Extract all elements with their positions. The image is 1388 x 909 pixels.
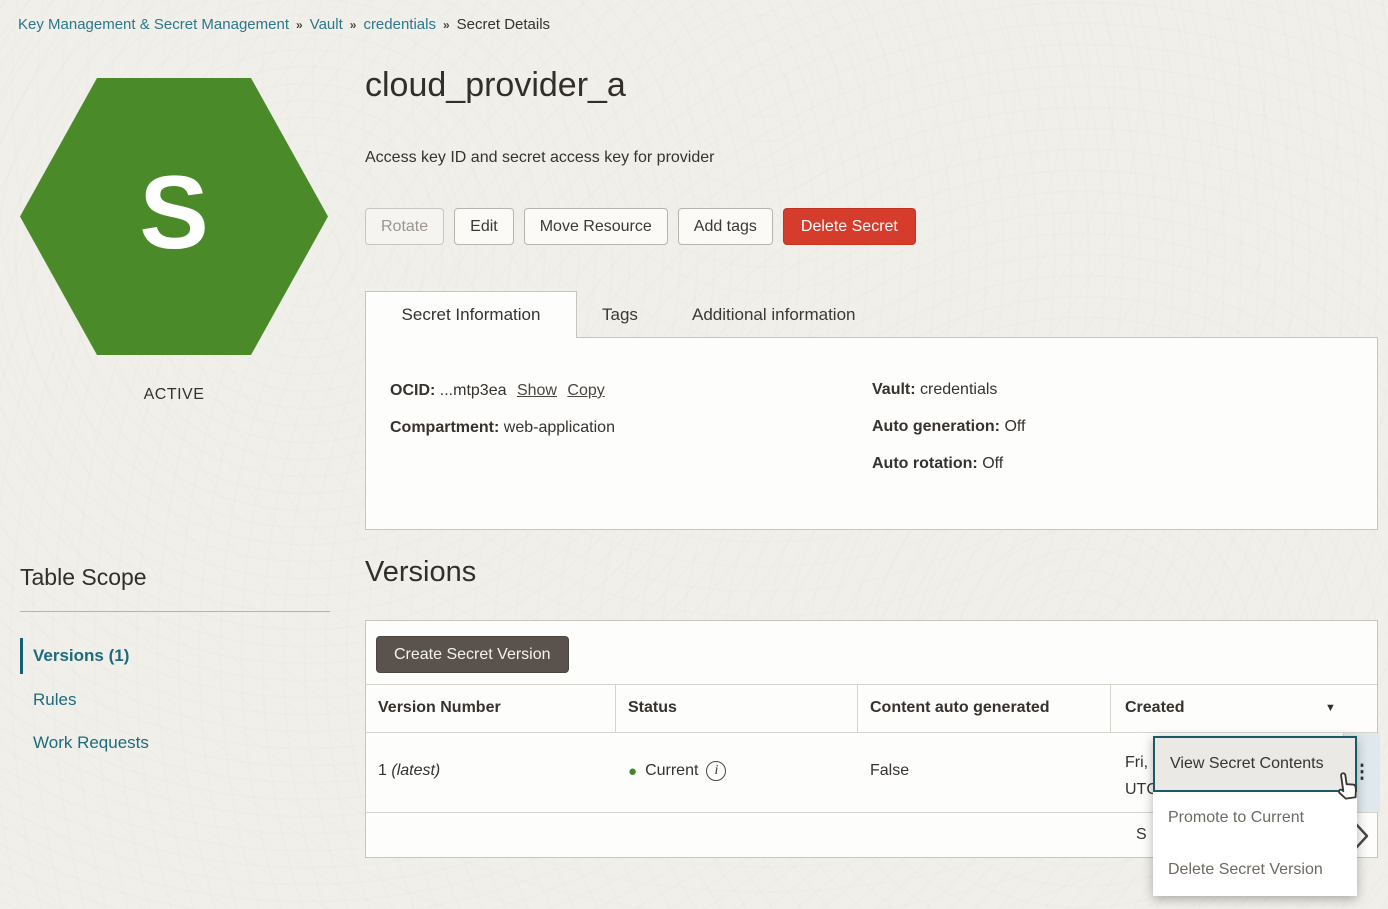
table-column-divider: [857, 684, 858, 732]
versions-heading: Versions: [365, 556, 476, 589]
column-header-status: Status: [628, 684, 677, 732]
ocid-label: OCID:: [390, 382, 435, 399]
action-button-row: Rotate Edit Move Resource Add tags Delet…: [365, 208, 916, 245]
cell-content-auto-generated: False: [870, 762, 909, 780]
status-value: Current: [645, 762, 698, 780]
table-column-divider: [615, 684, 616, 732]
table-header-bottom-border: [366, 732, 1377, 733]
auto-generation-value: Off: [1004, 418, 1025, 435]
sidebar-item-work-requests[interactable]: Work Requests: [33, 733, 149, 753]
breadcrumb-key-management-link[interactable]: Key Management & Secret Management: [18, 16, 289, 33]
compartment-value: web-application: [504, 419, 615, 436]
breadcrumb-vault-link[interactable]: Vault: [310, 16, 343, 33]
menu-item-delete-secret-version[interactable]: Delete Secret Version: [1153, 844, 1357, 896]
page-title: cloud_provider_a: [365, 66, 626, 105]
secret-avatar-letter: S: [139, 161, 208, 273]
tab-tags[interactable]: Tags: [602, 291, 638, 338]
version-latest-suffix: (latest): [391, 762, 440, 779]
auto-generation-field: Auto generation: Off: [872, 418, 1026, 436]
move-resource-button[interactable]: Move Resource: [524, 208, 668, 245]
info-icon[interactable]: i: [706, 761, 726, 781]
ocid-copy-link[interactable]: Copy: [567, 382, 604, 399]
ocid-value: ...mtp3ea: [440, 382, 507, 399]
breadcrumb: Key Management & Secret Management » Vau…: [18, 16, 550, 33]
status-dot-icon: ●: [628, 764, 637, 779]
sort-descending-icon[interactable]: ▼: [1325, 684, 1336, 732]
compartment-label: Compartment:: [390, 419, 499, 436]
row-context-menu: View Secret Contents Promote to Current …: [1153, 736, 1357, 896]
version-number-value: 1: [378, 762, 387, 779]
breadcrumb-separator-icon: »: [443, 17, 450, 32]
cell-version-number: 1 (latest): [378, 762, 440, 780]
tab-additional-information[interactable]: Additional information: [692, 291, 855, 338]
ocid-show-link[interactable]: Show: [517, 382, 557, 399]
column-header-created[interactable]: Created: [1125, 684, 1185, 732]
sidebar-item-versions[interactable]: Versions (1): [33, 646, 129, 666]
breadcrumb-separator-icon: »: [350, 17, 357, 32]
menu-item-view-secret-contents[interactable]: View Secret Contents: [1153, 736, 1357, 792]
vault-label: Vault:: [872, 381, 916, 398]
auto-rotation-value: Off: [982, 455, 1003, 472]
breadcrumb-separator-icon: »: [296, 17, 303, 32]
auto-rotation-label: Auto rotation:: [872, 455, 978, 472]
add-tags-button[interactable]: Add tags: [678, 208, 773, 245]
compartment-field: Compartment: web-application: [390, 419, 615, 437]
status-badge: ACTIVE: [20, 386, 328, 404]
create-secret-version-button[interactable]: Create Secret Version: [376, 636, 569, 673]
sidebar-item-rules[interactable]: Rules: [33, 690, 76, 710]
sidebar-divider: [20, 611, 330, 612]
secret-hexagon-badge: S: [20, 78, 328, 355]
sidebar-active-indicator: [20, 638, 23, 674]
secret-details-page: Key Management & Secret Management » Vau…: [0, 0, 1388, 909]
delete-secret-button[interactable]: Delete Secret: [783, 208, 916, 245]
menu-item-promote-to-current[interactable]: Promote to Current: [1153, 792, 1357, 844]
table-scope-title: Table Scope: [20, 564, 147, 591]
breadcrumb-credentials-link[interactable]: credentials: [363, 16, 436, 33]
auto-rotation-field: Auto rotation: Off: [872, 455, 1003, 473]
rotate-button[interactable]: Rotate: [365, 208, 444, 245]
vault-value: credentials: [920, 381, 997, 398]
breadcrumb-current-page: Secret Details: [457, 16, 550, 33]
secret-description: Access key ID and secret access key for …: [365, 149, 714, 167]
column-header-version-number: Version Number: [378, 684, 501, 732]
table-column-divider: [1110, 684, 1111, 732]
cell-status: ● Current i: [628, 761, 726, 781]
vault-field: Vault: credentials: [872, 381, 997, 399]
edit-button[interactable]: Edit: [454, 208, 514, 245]
pagination-text-partial: S: [1136, 826, 1147, 844]
column-header-content-auto-generated: Content auto generated: [870, 684, 1050, 732]
tab-secret-information[interactable]: Secret Information: [365, 291, 577, 338]
auto-generation-label: Auto generation:: [872, 418, 1000, 435]
ocid-field: OCID: ...mtp3ea Show Copy: [390, 382, 605, 400]
